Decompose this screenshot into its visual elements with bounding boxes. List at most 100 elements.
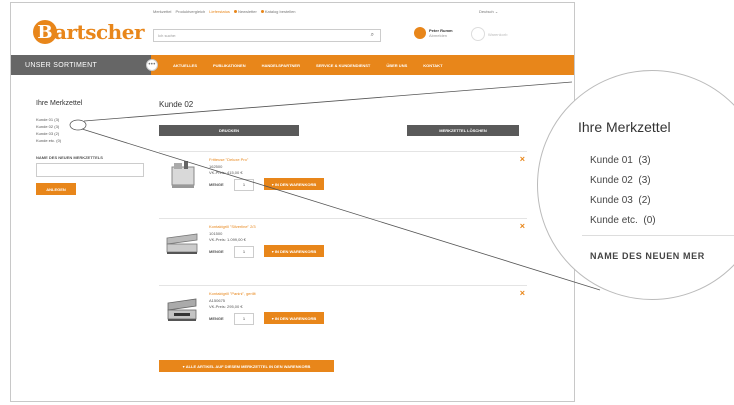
panini-grill-image — [167, 298, 197, 321]
bartscher-logo[interactable]: B artscher — [33, 17, 144, 47]
language-label: Deutsch — [479, 9, 494, 14]
product-number: 101500 — [209, 231, 223, 236]
menu-toggle-icon[interactable]: ••• — [146, 59, 158, 71]
logout-link[interactable]: Abmelden — [429, 33, 453, 38]
contact-grill-image — [166, 233, 198, 254]
cart-label: Warenkorb — [488, 31, 508, 37]
sortiment-label: UNSER SORTIMENT — [25, 61, 98, 69]
zoom-list: Kunde 01 (3) Kunde 02 (3) Kunde 03 (2) K… — [590, 151, 656, 231]
katalog-icon — [260, 10, 264, 13]
zoom-item-name: Kunde 02 — [590, 175, 633, 186]
zoom-divider — [582, 235, 734, 236]
fryer-image — [171, 161, 195, 188]
merkzettel-item-kunde02[interactable]: Kunde 02 (3) — [36, 123, 61, 130]
logo-text: artscher — [54, 20, 144, 44]
list-item-name: Kunde etc. — [36, 138, 56, 143]
delete-merkzettel-button[interactable]: MERKZETTEL LÖSCHEN — [407, 125, 519, 136]
product-number: A150675 — [209, 298, 226, 303]
katalog-label: Katalog bestellen — [264, 9, 296, 14]
chevron-down-icon: ⌄ — [494, 9, 499, 14]
product-name[interactable]: Kontaktgrill "Silverline" 2/3 — [209, 224, 256, 229]
list-item-count: (0) — [56, 138, 62, 143]
top-link-merkzettel[interactable]: Merkzettel — [153, 9, 171, 14]
cart-icon — [471, 27, 485, 41]
nav-item-handelspartner[interactable]: HANDELSPARTNER — [262, 63, 300, 68]
zoom-title: Ihre Merkzettel — [578, 119, 671, 135]
quantity-input[interactable]: 1 — [234, 246, 254, 258]
close-icon[interactable]: × — [520, 288, 525, 298]
quantity-label: MENGE — [209, 249, 224, 254]
nav-item-publikationen[interactable]: PUBLIKATIONEN — [213, 63, 246, 68]
newsletter-icon — [233, 10, 237, 13]
product-row: Kontaktgrill "Silverline" 2/3 101500 VK-… — [159, 218, 527, 278]
cart-button[interactable]: Warenkorb — [471, 27, 507, 41]
nav-item-aktuelles[interactable]: AKTUELLES — [173, 63, 197, 68]
nav-item-service[interactable]: SERVICE & KUNDENDIENST — [316, 63, 370, 68]
quantity-input[interactable]: 1 — [234, 179, 254, 191]
zoom-item-count: (3) — [638, 175, 651, 186]
product-row: Kontaktgrill "Panini", gerillt A150675 V… — [159, 285, 527, 345]
search-placeholder: Ich suche: — [158, 33, 177, 38]
list-item-count: (3) — [54, 124, 60, 129]
nav-item-ueber-uns[interactable]: ÜBER UNS — [386, 63, 407, 68]
top-link-katalog[interactable]: Katalog bestellen — [260, 9, 296, 14]
zoom-item-count: (0) — [643, 215, 656, 226]
close-icon[interactable]: × — [520, 221, 525, 231]
nav-item-kontakt[interactable]: KONTAKT — [423, 63, 442, 68]
browser-page: Merkzettel Produktvergleich Lieferstatus… — [10, 2, 575, 402]
merkzettel-item-kunde-etc[interactable]: Kunde etc. (0) — [36, 137, 61, 144]
quantity-input[interactable]: 1 — [234, 313, 254, 325]
list-item-name: Kunde 03 — [36, 131, 54, 136]
top-link-lieferstatus[interactable]: Lieferstatus — [209, 9, 230, 14]
product-name[interactable]: Kontaktgrill "Panini", gerillt — [209, 291, 256, 296]
zoom-new-label: NAME DES NEUEN MER — [590, 251, 705, 261]
nav-items: AKTUELLES PUBLIKATIONEN HANDELSPARTNER S… — [173, 63, 443, 68]
merkzettel-list: Kunde 01 (3) Kunde 02 (3) Kunde 03 (2) K… — [36, 116, 61, 144]
top-links: Merkzettel Produktvergleich Lieferstatus… — [153, 9, 296, 14]
product-name[interactable]: Fritteuse "Deluxe Pro" — [209, 157, 248, 162]
list-item-count: (3) — [54, 117, 60, 122]
add-all-to-cart-button[interactable]: ▾ ALLE ARTIKEL AUF DIESEM MERKZETTEL IN … — [159, 360, 334, 372]
language-select[interactable]: Deutsch ⌄ — [479, 9, 498, 14]
zoom-item-kunde-etc: Kunde etc. (0) — [590, 211, 656, 231]
merkzettel-item-kunde03[interactable]: Kunde 03 (2) — [36, 130, 61, 137]
add-to-cart-button[interactable]: ▾ IN DEN WARENKORB — [264, 245, 324, 257]
top-link-newsletter[interactable]: Newsletter — [233, 9, 257, 14]
product-price: VK-Preis: 1.099,00 € — [209, 237, 246, 242]
search-icon[interactable]: ⌕ — [371, 32, 374, 39]
product-number: 162500 — [209, 164, 223, 169]
zoom-item-kunde03: Kunde 03 (2) — [590, 191, 656, 211]
main-nav: UNSER SORTIMENT ••• AKTUELLES PUBLIKATIO… — [11, 55, 574, 75]
list-item-name: Kunde 02 — [36, 124, 54, 129]
add-to-cart-label: IN DEN WARENKORB — [274, 181, 317, 187]
add-to-cart-label: IN DEN WARENKORB — [274, 315, 317, 321]
list-item-name: Kunde 01 — [36, 117, 54, 122]
add-to-cart-label: IN DEN WARENKORB — [274, 248, 317, 254]
add-to-cart-button[interactable]: ▾ IN DEN WARENKORB — [264, 312, 324, 324]
product-price: VK-Preis: 295,00 € — [209, 304, 243, 309]
add-to-cart-button[interactable]: ▾ IN DEN WARENKORB — [264, 178, 324, 190]
zoom-item-kunde01: Kunde 01 (3) — [590, 151, 656, 171]
list-item-count: (2) — [54, 131, 60, 136]
sortiment-button[interactable]: UNSER SORTIMENT ••• — [11, 55, 158, 75]
avatar-icon — [414, 27, 426, 39]
merkzettel-item-kunde01[interactable]: Kunde 01 (3) — [36, 116, 61, 123]
top-link-produktvergleich[interactable]: Produktvergleich — [175, 9, 205, 14]
zoom-item-kunde02: Kunde 02 (3) — [590, 171, 656, 191]
new-merkzettel-input[interactable] — [36, 163, 144, 177]
search-input[interactable]: Ich suche: ⌕ — [153, 29, 381, 42]
page-title: Kunde 02 — [159, 100, 194, 109]
print-button[interactable]: DRUCKEN — [159, 125, 299, 136]
quantity-label: MENGE — [209, 182, 224, 187]
zoom-item-name: Kunde 01 — [590, 155, 633, 166]
merkzettel-title: Ihre Merkzettel — [36, 100, 83, 107]
product-row: Fritteuse "Deluxe Pro" 162500 VK-Preis: … — [159, 151, 527, 211]
quantity-label: MENGE — [209, 316, 224, 321]
create-merkzettel-button[interactable]: ANLEGEN — [36, 183, 76, 195]
newsletter-label: Newsletter — [237, 9, 257, 14]
zoom-item-count: (3) — [638, 155, 651, 166]
new-merkzettel-label: NAME DES NEUEN MERKZETTELS — [36, 155, 103, 160]
close-icon[interactable]: × — [520, 154, 525, 164]
add-all-label: ALLE ARTIKEL AUF DIESEM MERKZETTEL IN DE… — [185, 363, 311, 369]
account-menu[interactable]: Peter Rumm Abmelden — [414, 27, 453, 39]
